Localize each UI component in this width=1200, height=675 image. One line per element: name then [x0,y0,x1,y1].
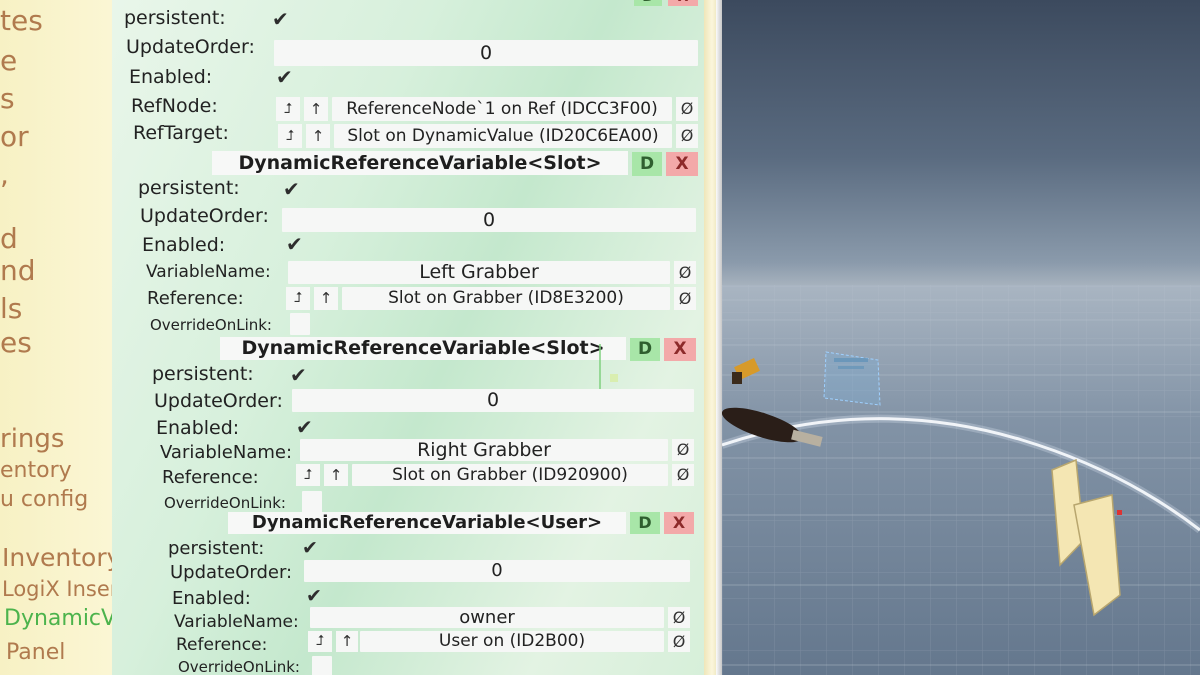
world-scene [722,285,1200,675]
null-icon[interactable]: Ø [676,97,698,121]
enabled-label: Enabled: [172,588,251,609]
variablename-label: VariableName: [160,442,293,463]
enabled-label: Enabled: [129,66,213,88]
hierarchy-item[interactable]: ls [0,292,22,325]
null-icon[interactable]: Ø [672,464,694,486]
enabled-check-icon[interactable]: ✔ [306,587,322,606]
jump-icon[interactable]: ⮥ [308,631,332,652]
hierarchy-item[interactable]: u config [0,487,88,512]
hierarchy-item[interactable]: es [0,326,32,359]
updateorder-field[interactable]: 0 [274,40,698,66]
up-arrow-icon[interactable]: ↑ [314,287,338,310]
hierarchy-item[interactable]: tes [0,4,43,37]
hierarchy-item[interactable]: or [0,120,29,153]
reference-field[interactable]: User on (ID2B00) [360,631,664,652]
hierarchy-item[interactable]: s [0,82,15,115]
world-viewport [722,0,1200,675]
refnode-field[interactable]: ReferenceNode`1 on Ref (IDCC3F00) [332,97,672,121]
up-arrow-icon[interactable]: ↑ [336,631,358,652]
overrideonlink-label: OverrideOnLink: [178,658,300,675]
overrideonlink-label: OverrideOnLink: [164,494,286,512]
up-arrow-icon[interactable]: ↑ [304,97,328,121]
variablename-field[interactable]: Right Grabber [300,439,668,461]
enabled-check-icon[interactable]: ✔ [296,417,313,437]
persistent-label: persistent: [138,177,240,199]
null-icon[interactable]: Ø [674,287,696,310]
reference-label: Reference: [147,288,244,309]
duplicate-button[interactable]: D [630,512,660,534]
reftarget-label: RefTarget: [133,122,229,144]
enabled-check-icon[interactable]: ✔ [276,67,293,87]
null-icon[interactable]: Ø [676,124,698,148]
updateorder-label: UpdateOrder: [126,36,255,58]
overrideonlink-toggle[interactable] [290,313,310,335]
persistent-check-icon[interactable]: ✔ [283,179,300,199]
updateorder-field[interactable]: 0 [292,389,694,412]
persistent-label: persistent: [168,538,265,559]
variablename-field[interactable]: owner [310,607,664,628]
hierarchy-item[interactable]: d [0,222,18,255]
null-icon[interactable]: Ø [668,631,690,652]
component-title: DynamicReferenceVariable<User> [228,512,626,534]
up-arrow-icon[interactable]: ↑ [306,124,330,148]
enabled-label: Enabled: [156,417,240,439]
jump-icon[interactable]: ⮥ [286,287,310,310]
hierarchy-item[interactable]: LogiX Insert [2,577,127,601]
component-title: DynamicReferenceVariable<Slot> [212,151,628,175]
variablename-label: VariableName: [146,262,271,282]
enabled-label: Enabled: [142,234,226,256]
hierarchy-item[interactable]: entory [0,458,72,483]
null-icon[interactable]: Ø [668,607,690,628]
reference-field[interactable]: Slot on Grabber (ID8E3200) [342,287,670,310]
hierarchy-item[interactable]: e [0,44,17,77]
hierarchy-item[interactable]: , [0,158,9,191]
reference-field[interactable]: Slot on Grabber (ID920900) [352,464,668,486]
updateorder-label: UpdateOrder: [170,562,293,583]
updateorder-field[interactable]: 0 [304,560,690,582]
up-arrow-icon[interactable]: ↑ [324,464,348,486]
floating-panel-object[interactable] [823,351,881,406]
persistent-label: persistent: [124,7,226,29]
jump-icon[interactable]: ⮥ [278,124,302,148]
overrideonlink-toggle[interactable] [312,656,332,675]
component-title: DynamicReferenceVariable<Slot> [220,337,626,360]
persistent-label: persistent: [152,363,254,385]
updateorder-label: UpdateOrder: [140,205,269,227]
inspector-panel: D X persistent: ✔ UpdateOrder: 0 Enabled… [112,0,712,675]
jump-icon[interactable]: ⮥ [276,97,300,121]
remove-button[interactable]: X [664,338,696,361]
reftarget-field[interactable]: Slot on DynamicValue (ID20C6EA00) [334,124,672,148]
hierarchy-item[interactable]: Panel [6,640,65,665]
hierarchy-item[interactable]: Inventory [2,543,121,572]
hierarchy-item[interactable]: nd [0,254,36,287]
persistent-check-icon[interactable]: ✔ [302,539,318,558]
null-icon[interactable]: Ø [674,261,696,284]
enabled-check-icon[interactable]: ✔ [286,234,303,254]
persistent-check-icon[interactable]: ✔ [272,9,289,29]
reference-label: Reference: [162,467,259,488]
jump-icon[interactable]: ⮥ [296,464,320,486]
persistent-check-icon[interactable]: ✔ [290,365,307,385]
remove-button[interactable]: X [664,512,694,534]
overrideonlink-label: OverrideOnLink: [150,316,272,334]
refnode-label: RefNode: [131,95,218,117]
duplicate-button[interactable]: D [632,152,662,176]
overrideonlink-toggle[interactable] [302,491,322,513]
variablename-field[interactable]: Left Grabber [288,261,670,284]
null-icon[interactable]: Ø [672,439,694,461]
variablename-label: VariableName: [174,612,299,632]
remove-button[interactable]: X [666,152,698,176]
hierarchy-item[interactable]: rings [0,424,64,454]
reference-label: Reference: [176,635,268,655]
updateorder-field[interactable]: 0 [282,208,696,232]
duplicate-button[interactable]: D [634,0,662,6]
updateorder-label: UpdateOrder: [154,390,283,412]
remove-button[interactable]: X [668,0,698,6]
